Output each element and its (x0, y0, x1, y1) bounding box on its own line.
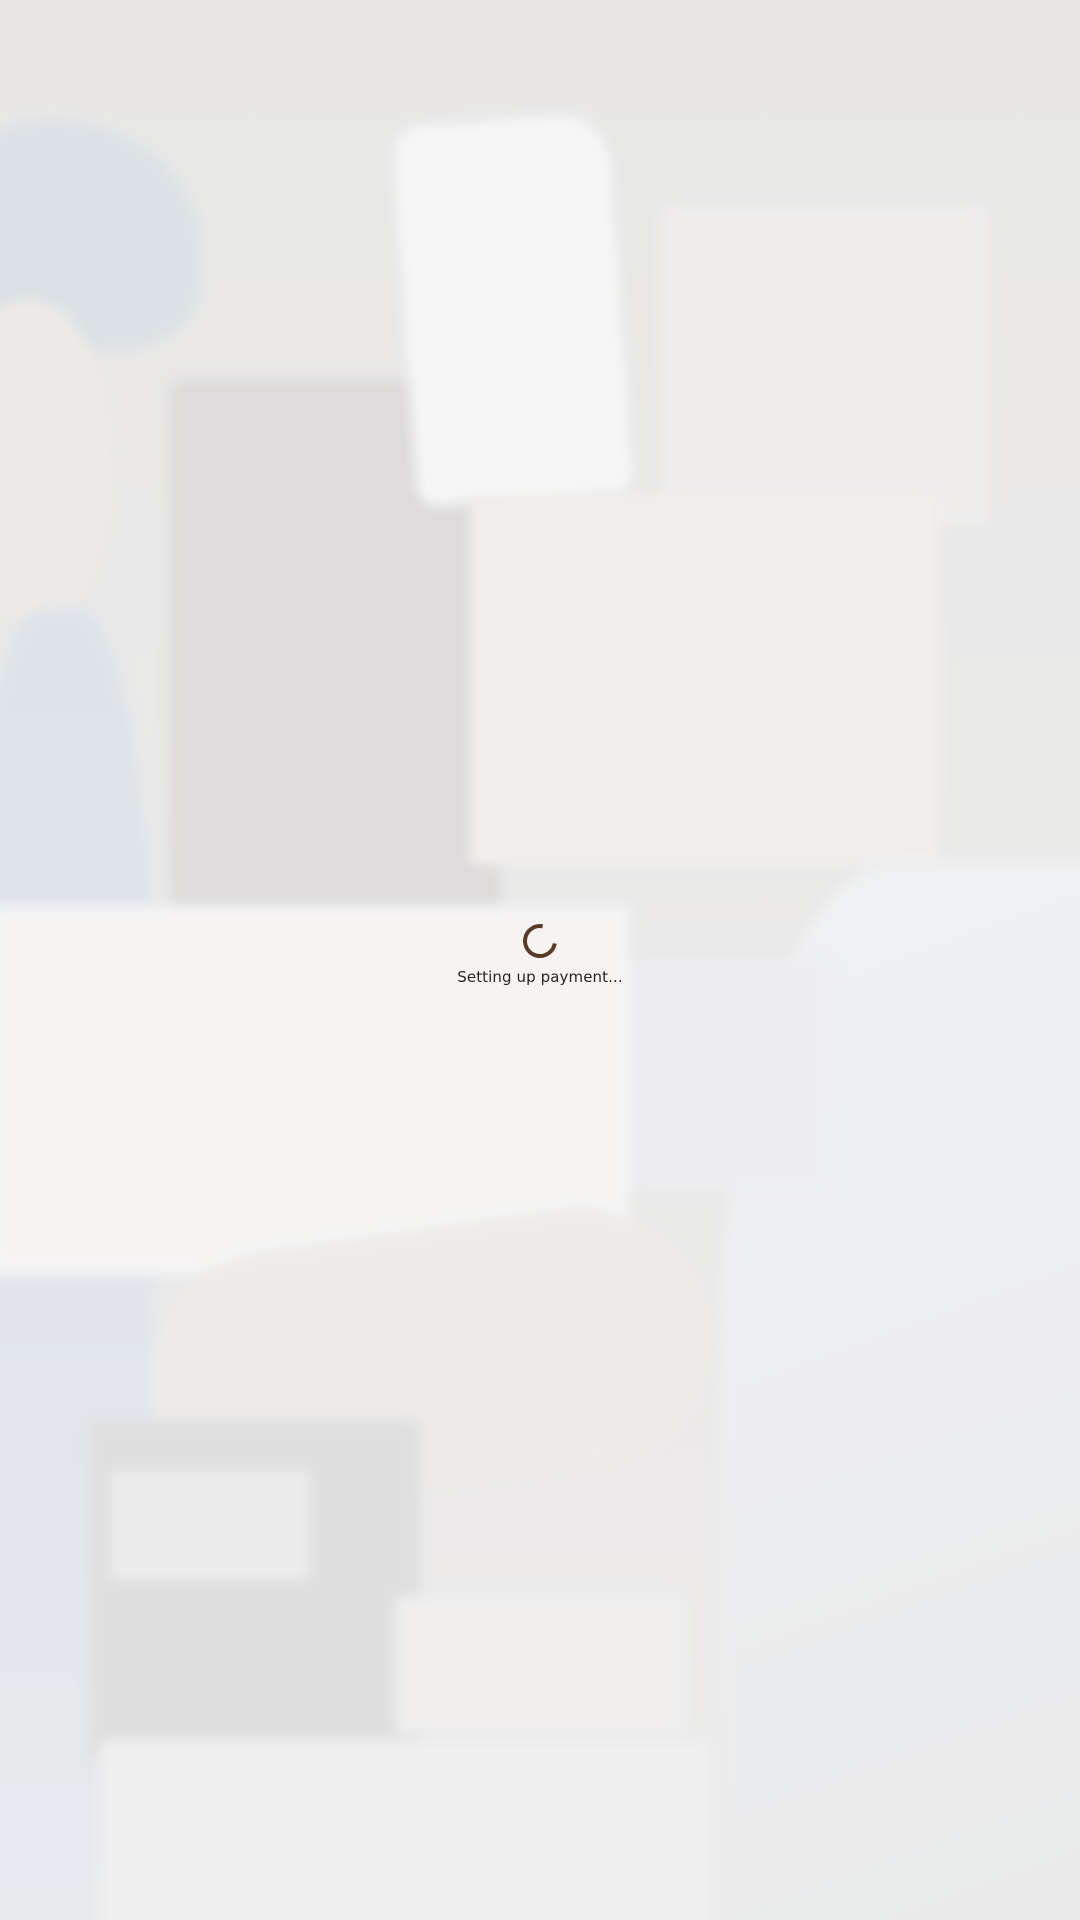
loading-message: Setting up payment... (457, 968, 623, 986)
loading-indicator: Setting up payment... (0, 917, 1080, 986)
spinner-icon (516, 917, 564, 965)
